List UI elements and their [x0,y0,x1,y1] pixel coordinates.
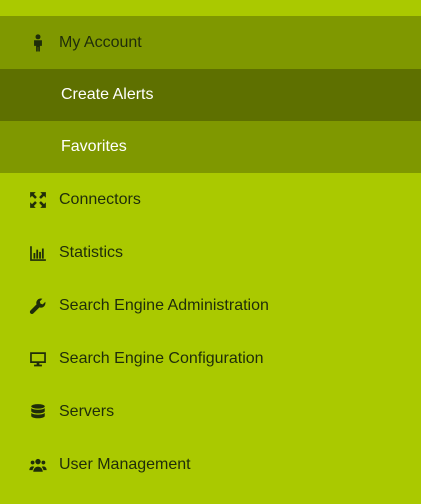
users-icon [27,456,49,474]
sidebar-item-connectors[interactable]: Connectors [0,173,421,226]
sidebar-item-statistics[interactable]: Statistics [0,226,421,279]
sidebar-item-user-management[interactable]: User Management [0,438,421,491]
sidebar-item-label: Connectors [59,190,141,208]
sidebar: My Account Create Alerts Favorites Conne… [0,0,421,504]
sidebar-subitem-label: Create Alerts [61,86,154,103]
database-icon [27,403,49,421]
sidebar-item-my-account[interactable]: My Account [0,16,421,69]
monitor-icon [27,350,49,368]
sidebar-item-label: My Account [59,33,142,51]
sidebar-item-label: User Management [59,455,191,473]
sidebar-item-label: Search Engine Administration [59,296,269,314]
sidebar-top-strip [0,0,421,16]
sidebar-subitem-create-alerts[interactable]: Create Alerts [0,69,421,121]
person-icon [27,33,49,52]
sidebar-subitem-label: Favorites [61,138,127,155]
wrench-icon [27,297,49,315]
sidebar-item-search-engine-administration[interactable]: Search Engine Administration [0,279,421,332]
sidebar-item-search-engine-configuration[interactable]: Search Engine Configuration [0,332,421,385]
sidebar-item-label: Search Engine Configuration [59,349,264,367]
sidebar-subitem-favorites[interactable]: Favorites [0,121,421,173]
arrows-expand-icon [27,191,49,209]
sidebar-item-label: Statistics [59,243,124,261]
sidebar-item-label: Servers [59,402,115,420]
bar-chart-icon [27,244,49,262]
sidebar-item-servers[interactable]: Servers [0,385,421,438]
